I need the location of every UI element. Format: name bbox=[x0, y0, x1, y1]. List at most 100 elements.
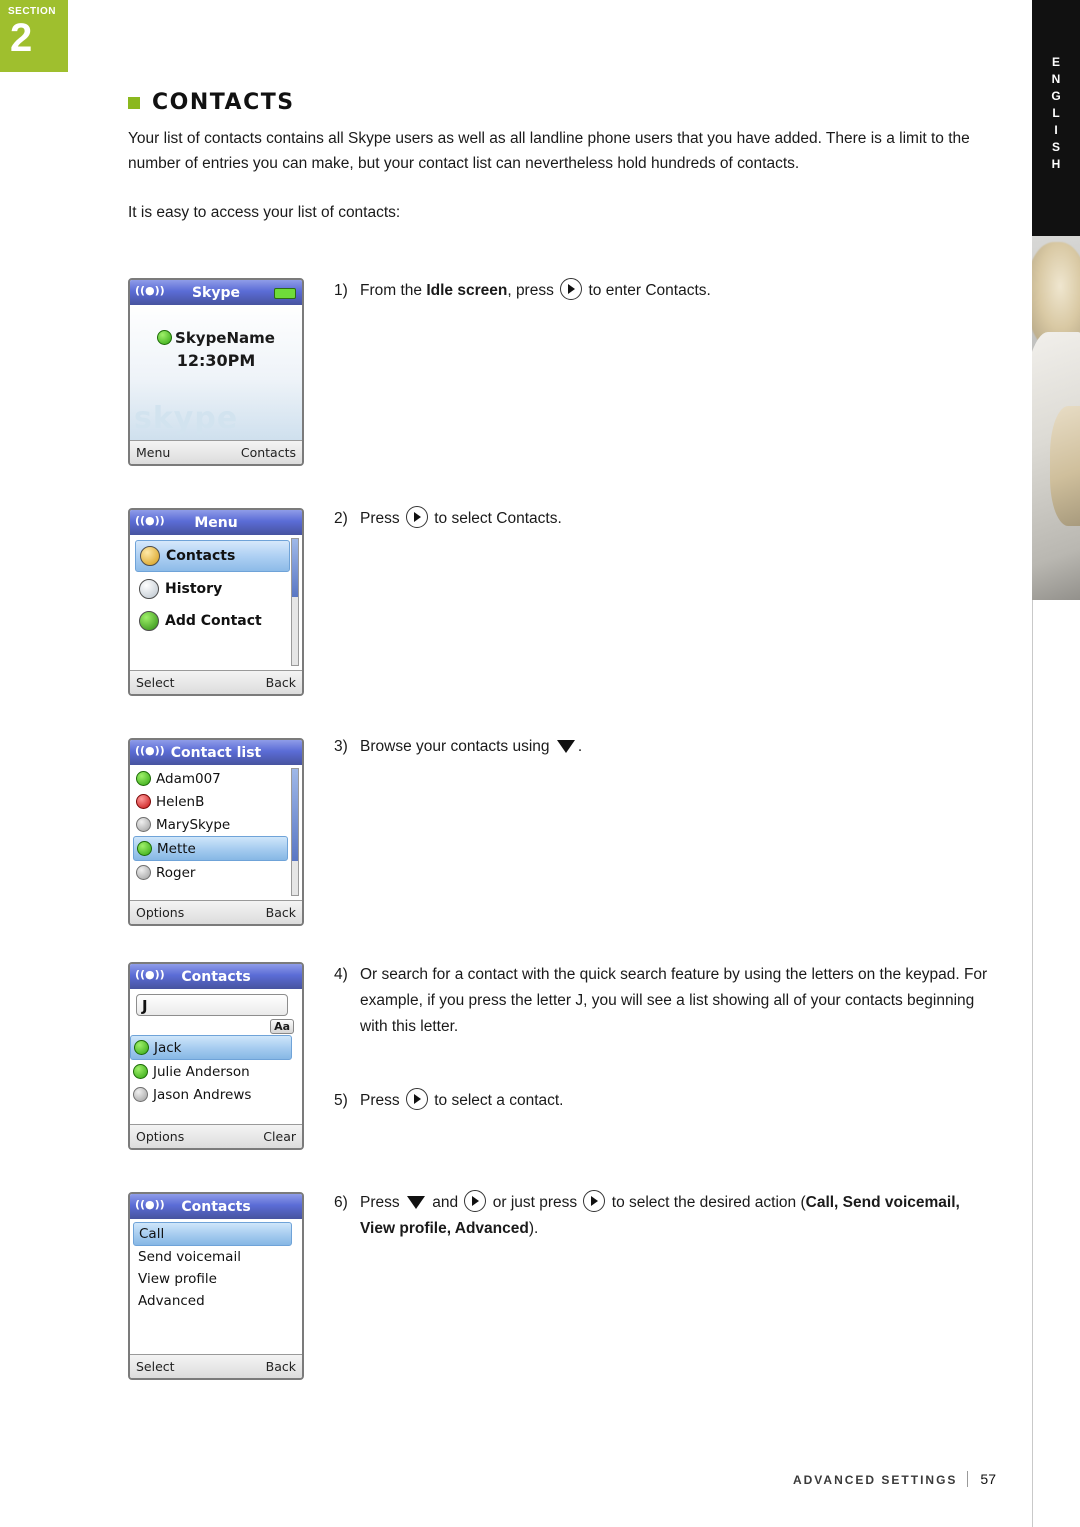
contact-name: Mette bbox=[157, 840, 196, 857]
step-text: Press and or just press to select the de… bbox=[360, 1190, 996, 1242]
step-number: 2) bbox=[334, 510, 348, 527]
search-title: Contacts bbox=[181, 968, 251, 985]
step-4: 4) Or search for a contact with the quic… bbox=[334, 962, 996, 1040]
list-item[interactable]: Julie Anderson bbox=[130, 1060, 292, 1083]
phone-screen-actions: ((●)) Contacts Call Send voicemail View … bbox=[128, 1192, 304, 1380]
action-item-send-voicemail[interactable]: Send voicemail bbox=[133, 1246, 292, 1268]
step-text-post: to enter Contacts. bbox=[584, 282, 711, 299]
phone-screen-search: ((●)) Contacts J Aa Jack Julie Anderson … bbox=[128, 962, 304, 1150]
right-rail: ENGLISH bbox=[1016, 0, 1080, 1527]
status-busy-icon bbox=[136, 794, 151, 809]
contact-name: Adam007 bbox=[156, 770, 221, 787]
step-text-mid: , press bbox=[507, 282, 559, 299]
action-label: Call bbox=[139, 1226, 165, 1242]
right-key-icon bbox=[405, 506, 428, 528]
phone-screen-contact-list: ((●)) Contact list Adam007 HelenB MarySk… bbox=[128, 738, 304, 926]
actions-title: Contacts bbox=[181, 1198, 251, 1215]
list-item[interactable]: Jason Andrews bbox=[130, 1083, 292, 1106]
search-softkeys: Options Clear bbox=[130, 1124, 302, 1148]
footer-label: ADVANCED SETTINGS bbox=[792, 1473, 958, 1487]
action-label: Send voicemail bbox=[138, 1249, 241, 1265]
scrollbar[interactable] bbox=[291, 538, 299, 666]
softkey-right[interactable]: Back bbox=[266, 675, 296, 690]
list-item[interactable]: Adam007 bbox=[133, 767, 288, 790]
menu-body: Contacts History Add Contact bbox=[130, 535, 302, 670]
scrollbar-thumb[interactable] bbox=[292, 539, 298, 597]
softkey-left[interactable]: Options bbox=[136, 905, 184, 920]
search-input[interactable]: J bbox=[136, 994, 288, 1016]
right-key-icon bbox=[405, 1088, 428, 1110]
idle-titlebar: ((●)) Skype bbox=[130, 280, 302, 305]
action-item-view-profile[interactable]: View profile bbox=[133, 1268, 292, 1290]
softkey-right[interactable]: Back bbox=[266, 1359, 296, 1374]
step-6: 6) Press and or just press to select the… bbox=[334, 1190, 996, 1242]
status-online-icon bbox=[157, 330, 173, 345]
section-number: 2 bbox=[10, 16, 33, 60]
softkey-right[interactable]: Contacts bbox=[241, 445, 296, 460]
contact-name: Julie Anderson bbox=[153, 1063, 250, 1080]
actions-softkeys: Select Back bbox=[130, 1354, 302, 1378]
signal-icon: ((●)) bbox=[135, 284, 165, 297]
step-text-post: ). bbox=[528, 1220, 539, 1237]
action-item-advanced[interactable]: Advanced bbox=[133, 1290, 292, 1312]
step-number: 1) bbox=[334, 282, 348, 299]
action-label: Advanced bbox=[138, 1293, 205, 1309]
signal-icon: ((●)) bbox=[135, 1198, 165, 1211]
photo-arm bbox=[1050, 406, 1080, 526]
softkey-right[interactable]: Clear bbox=[263, 1129, 296, 1144]
list-item[interactable]: HelenB bbox=[133, 790, 288, 813]
contact-name: Jason Andrews bbox=[153, 1086, 252, 1103]
softkey-left[interactable]: Select bbox=[136, 675, 175, 690]
contacts-icon bbox=[140, 546, 160, 566]
idle-username: SkypeName bbox=[175, 329, 275, 347]
heading-bullet-icon bbox=[128, 96, 140, 109]
signal-icon: ((●)) bbox=[135, 514, 165, 527]
actions-titlebar: ((●)) Contacts bbox=[130, 1194, 302, 1219]
menu-item-add-contact[interactable]: Add Contact bbox=[135, 606, 290, 636]
right-key-icon bbox=[583, 1190, 606, 1212]
section-tab: SECTION 2 bbox=[0, 0, 68, 72]
step-2: 2) Press to select Contacts. bbox=[334, 506, 994, 532]
status-online-icon bbox=[136, 771, 151, 786]
menu-item-contacts[interactable]: Contacts bbox=[135, 540, 290, 572]
contact-list-titlebar: ((●)) Contact list bbox=[130, 740, 302, 765]
page-title: CONTACTS bbox=[152, 90, 295, 115]
menu-item-history[interactable]: History bbox=[135, 574, 290, 604]
step-text-bold: Idle screen bbox=[426, 282, 508, 299]
list-item[interactable]: Mette bbox=[133, 836, 288, 861]
status-online-icon bbox=[137, 841, 152, 856]
down-arrow-icon bbox=[406, 1196, 425, 1209]
list-item[interactable]: MarySkype bbox=[133, 813, 288, 836]
softkey-left[interactable]: Select bbox=[136, 1359, 175, 1374]
step-text: Press to select a contact. bbox=[360, 1088, 994, 1114]
menu-item-label: History bbox=[165, 581, 223, 597]
scrollbar[interactable] bbox=[291, 768, 299, 896]
phone-screen-menu: ((●)) Menu Contacts History Add Contact … bbox=[128, 508, 304, 696]
step-3: 3) Browse your contacts using . bbox=[334, 734, 994, 760]
scrollbar-thumb[interactable] bbox=[292, 769, 298, 861]
idle-username-row: SkypeName bbox=[130, 329, 302, 347]
decorative-photo bbox=[1032, 236, 1080, 600]
step-text: Browse your contacts using . bbox=[360, 734, 994, 760]
menu-titlebar: ((●)) Menu bbox=[130, 510, 302, 535]
step-text-pre: Press bbox=[360, 1092, 404, 1109]
right-key-icon bbox=[560, 278, 583, 300]
language-label: ENGLISH bbox=[1049, 55, 1063, 174]
contact-name: HelenB bbox=[156, 793, 205, 810]
step-text: From the Idle screen, press to enter Con… bbox=[360, 278, 994, 304]
contact-list: Adam007 HelenB MarySkype Mette Roger bbox=[130, 765, 302, 900]
step-text: Or search for a contact with the quick s… bbox=[360, 966, 988, 1035]
menu-list: Contacts History Add Contact bbox=[130, 535, 302, 670]
list-item[interactable]: Roger bbox=[133, 861, 288, 884]
softkey-right[interactable]: Back bbox=[266, 905, 296, 920]
softkey-left[interactable]: Menu bbox=[136, 445, 170, 460]
idle-softkeys: Menu Contacts bbox=[130, 440, 302, 464]
step-number: 6) bbox=[334, 1194, 348, 1211]
actions-list: Call Send voicemail View profile Advance… bbox=[130, 1219, 302, 1354]
status-offline-icon bbox=[136, 817, 151, 832]
menu-softkeys: Select Back bbox=[130, 670, 302, 694]
action-item-call[interactable]: Call bbox=[133, 1222, 292, 1246]
list-item[interactable]: Jack bbox=[130, 1035, 292, 1060]
softkey-left[interactable]: Options bbox=[136, 1129, 184, 1144]
access-paragraph: It is easy to access your list of contac… bbox=[128, 204, 401, 221]
